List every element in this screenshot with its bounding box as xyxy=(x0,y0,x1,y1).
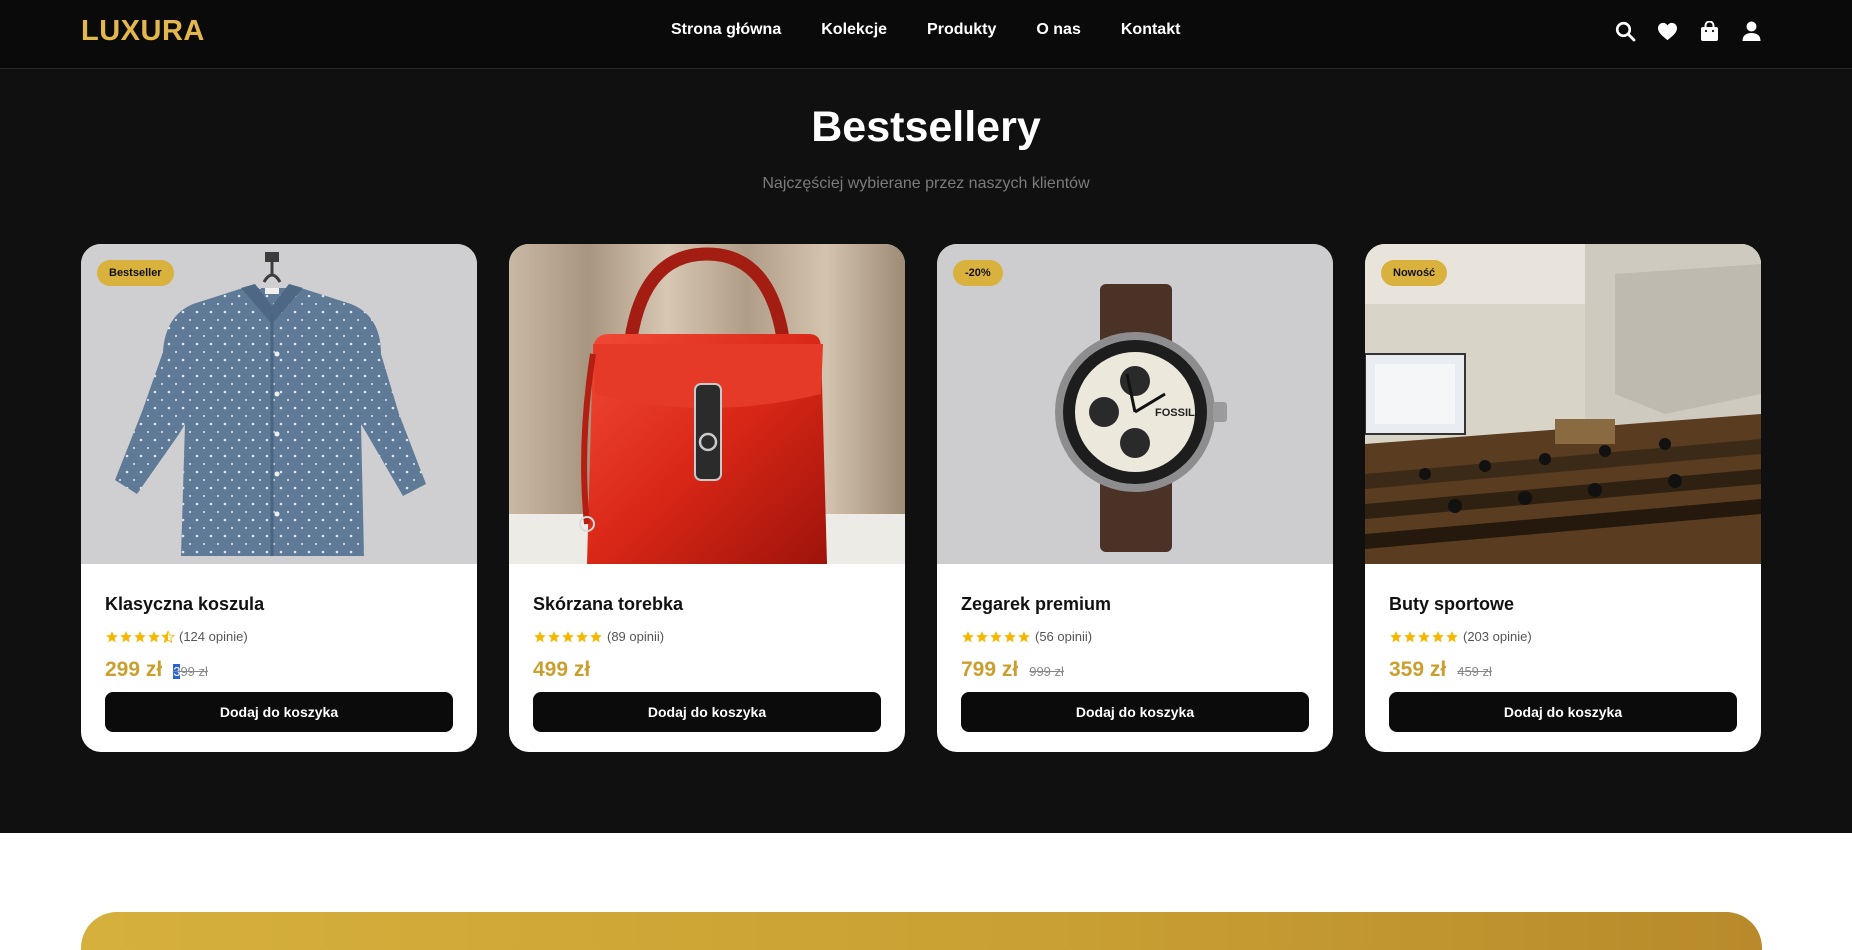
product-card[interactable]: Nowość Buty sportowe (203 opinie) 359 zł xyxy=(1365,244,1761,752)
product-card[interactable]: Bestseller Klasyczna koszula (124 opinie… xyxy=(81,244,477,752)
product-badge: Bestseller xyxy=(97,260,174,286)
review-count: (56 opinii) xyxy=(1035,629,1093,644)
star-icon xyxy=(562,630,574,642)
search-icon[interactable] xyxy=(1614,20,1636,42)
star-icon xyxy=(990,630,1002,642)
product-name[interactable]: Skórzana torebka xyxy=(533,594,881,615)
star-icon xyxy=(106,630,118,642)
product-image-watch[interactable]: FOSSIL -20% xyxy=(937,244,1333,564)
star-icon xyxy=(962,630,974,642)
product-rating: (89 opinii) xyxy=(533,629,881,644)
star-icon xyxy=(576,630,588,642)
add-to-cart-button[interactable]: Dodaj do koszyka xyxy=(105,692,453,732)
star-icon xyxy=(548,630,560,642)
watch-brand-logo: FOSSIL xyxy=(1155,407,1195,419)
star-icon xyxy=(120,630,132,642)
top-navigation-bar: LUXURA Strona główna Kolekcje Produkty O… xyxy=(0,0,1852,69)
nav-link-collections[interactable]: Kolekcje xyxy=(821,21,887,39)
star-half-icon xyxy=(161,629,175,643)
section-title: Bestsellery xyxy=(811,103,1041,151)
product-rating: (124 opinie) xyxy=(105,629,453,644)
add-to-cart-button[interactable]: Dodaj do koszyka xyxy=(533,692,881,732)
old-price: 459 zł xyxy=(1457,664,1492,679)
star-icon xyxy=(1390,630,1402,642)
product-price: 299 zł xyxy=(105,658,163,681)
heart-icon[interactable] xyxy=(1656,20,1678,42)
nav-link-home[interactable]: Strona główna xyxy=(671,21,781,39)
product-name[interactable]: Klasyczna koszula xyxy=(105,594,453,615)
product-image-shirt[interactable]: Bestseller xyxy=(81,244,477,564)
product-info: Klasyczna koszula (124 opinie) 299 zł 39… xyxy=(105,594,453,682)
product-rating: (56 opinii) xyxy=(961,629,1309,644)
product-price: 499 zł xyxy=(533,658,591,681)
add-to-cart-button[interactable]: Dodaj do koszyka xyxy=(1389,692,1737,732)
product-image-handbag[interactable] xyxy=(509,244,905,564)
product-image-shoes[interactable]: Nowość xyxy=(1365,244,1761,564)
price-row: 359 zł 459 zł xyxy=(1389,658,1737,682)
star-icon xyxy=(976,630,988,642)
old-price-text: 99 zł xyxy=(180,664,208,679)
star-icon xyxy=(534,630,546,642)
product-badge: Nowość xyxy=(1381,260,1448,286)
star-icon xyxy=(1432,630,1444,642)
header-actions xyxy=(1614,20,1762,42)
section-subtitle: Najczęściej wybierane przez naszych klie… xyxy=(762,175,1090,192)
product-price: 799 zł xyxy=(961,658,1019,681)
star-rating xyxy=(961,630,1031,644)
star-icon xyxy=(1418,630,1430,642)
product-grid: Bestseller Klasyczna koszula (124 opinie… xyxy=(81,244,1761,752)
old-price: 999 zł xyxy=(1029,664,1064,679)
nav-link-products[interactable]: Produkty xyxy=(927,21,996,39)
product-card[interactable]: Skórzana torebka (89 opinii) 499 zł Doda… xyxy=(509,244,905,752)
price-row: 499 zł xyxy=(533,658,881,682)
star-icon xyxy=(148,630,160,642)
product-price: 359 zł xyxy=(1389,658,1447,681)
main-nav: Strona główna Kolekcje Produkty O nas Ko… xyxy=(671,21,1180,39)
product-rating: (203 opinie) xyxy=(1389,629,1737,644)
user-icon[interactable] xyxy=(1740,20,1762,42)
star-icon xyxy=(1446,630,1458,642)
nav-link-contact[interactable]: Kontakt xyxy=(1121,21,1181,39)
star-icon xyxy=(1018,630,1030,642)
star-rating xyxy=(105,629,175,644)
star-icon xyxy=(134,630,146,642)
price-row: 799 zł 999 zł xyxy=(961,658,1309,682)
review-count: (124 opinie) xyxy=(179,629,248,644)
old-price: 399 zł xyxy=(173,664,208,679)
bestsellers-section: Bestsellery Najczęściej wybierane przez … xyxy=(0,70,1852,833)
star-icon xyxy=(1404,630,1416,642)
product-badge: -20% xyxy=(953,260,1003,286)
product-card[interactable]: FOSSIL -20% Zegarek premium (56 opinii) xyxy=(937,244,1333,752)
star-rating xyxy=(1389,630,1459,644)
star-icon xyxy=(1004,630,1016,642)
shopping-bag-icon[interactable] xyxy=(1698,20,1720,42)
star-rating xyxy=(533,630,603,644)
promo-banner xyxy=(81,912,1762,950)
brand-logo[interactable]: LUXURA xyxy=(81,15,205,48)
promo-section xyxy=(0,833,1852,950)
nav-link-about[interactable]: O nas xyxy=(1036,21,1080,39)
star-icon xyxy=(590,630,602,642)
review-count: (89 opinii) xyxy=(607,629,665,644)
product-info: Skórzana torebka (89 opinii) 499 zł xyxy=(533,594,881,682)
product-name[interactable]: Zegarek premium xyxy=(961,594,1309,615)
product-name[interactable]: Buty sportowe xyxy=(1389,594,1737,615)
review-count: (203 opinie) xyxy=(1463,629,1532,644)
price-row: 299 zł 399 zł xyxy=(105,658,453,682)
product-info: Buty sportowe (203 opinie) 359 zł 459 zł xyxy=(1389,594,1737,682)
add-to-cart-button[interactable]: Dodaj do koszyka xyxy=(961,692,1309,732)
product-info: Zegarek premium (56 opinii) 799 zł 999 z… xyxy=(961,594,1309,682)
